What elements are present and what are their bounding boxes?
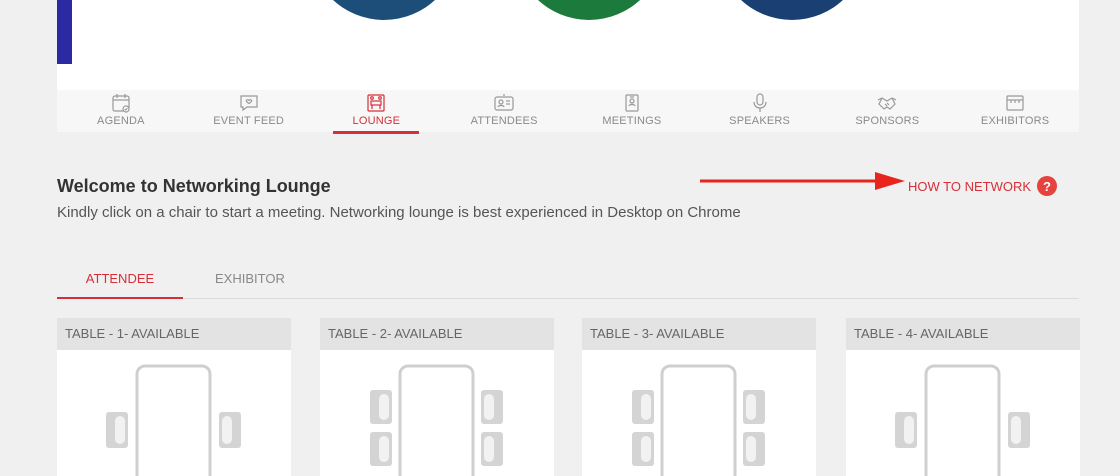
chair-seat[interactable]	[370, 432, 392, 466]
chair-seat[interactable]	[895, 412, 917, 448]
table-surface	[660, 364, 737, 476]
lounge-table-card: TABLE - 4- AVAILABLE	[846, 318, 1080, 476]
chair-seat[interactable]	[743, 432, 765, 466]
nav-label: LOUNGE	[352, 115, 401, 127]
page-subtitle: Kindly click on a chair to start a meeti…	[57, 204, 741, 221]
lounge-table-card: TABLE - 3- AVAILABLE	[582, 318, 816, 476]
nav-item-attendees[interactable]: ATTENDEES	[440, 90, 568, 132]
nav-label: EXHIBITORS	[980, 115, 1050, 127]
lounge-icon	[367, 94, 385, 112]
main-nav: AGENDA EVENT FEED LOUNGE ATTENDEES MEETI…	[57, 90, 1079, 132]
chair-seat[interactable]	[1008, 412, 1030, 448]
nav-item-meetings[interactable]: MEETINGS	[568, 90, 696, 132]
table-status-label: TABLE - 2- AVAILABLE	[320, 318, 554, 350]
table-layout	[370, 364, 503, 476]
lounge-table-card: TABLE - 1- AVAILABLE	[57, 318, 291, 476]
table-surface	[135, 364, 212, 476]
nav-label: AGENDA	[97, 115, 145, 127]
chair-seat[interactable]	[370, 390, 392, 424]
table-surface	[398, 364, 475, 476]
table-status-label: TABLE - 4- AVAILABLE	[846, 318, 1080, 350]
nav-label: EVENT FEED	[213, 115, 285, 127]
nav-item-sponsors[interactable]: SPONSORS	[824, 90, 952, 132]
nav-item-exhibitors[interactable]: EXHIBITORS	[951, 90, 1079, 132]
active-tab-underline	[57, 297, 183, 299]
banner-logo-circle	[717, 0, 867, 20]
table-status-label: TABLE - 1- AVAILABLE	[57, 318, 291, 350]
nav-label: SPEAKERS	[729, 115, 791, 127]
handshake-icon	[878, 97, 897, 110]
chair-seat[interactable]	[632, 390, 654, 424]
chair-seat[interactable]	[743, 390, 765, 424]
calendar-icon	[112, 94, 130, 113]
nav-item-event-feed[interactable]: EVENT FEED	[185, 90, 313, 132]
nav-item-agenda[interactable]: AGENDA	[57, 90, 185, 132]
event-banner	[57, 0, 1079, 90]
help-icon[interactable]: ?	[1037, 176, 1058, 196]
microphone-icon	[753, 93, 767, 112]
badge-icon	[625, 94, 639, 112]
how-to-network-link[interactable]: HOW TO NETWORK ?	[908, 176, 1058, 196]
chair-seat[interactable]	[106, 412, 128, 448]
table-status-label: TABLE - 3- AVAILABLE	[582, 318, 816, 350]
id-card-icon	[494, 94, 514, 111]
nav-item-lounge[interactable]: LOUNGE	[313, 90, 441, 132]
chair-seat[interactable]	[219, 412, 241, 448]
nav-label: SPONSORS	[855, 115, 920, 127]
how-to-network-label: HOW TO NETWORK	[908, 178, 1032, 194]
page: AGENDA EVENT FEED LOUNGE ATTENDEES MEETI…	[0, 0, 1120, 476]
chair-seat[interactable]	[481, 432, 503, 466]
chat-bubble-icon	[240, 95, 258, 112]
booth-icon	[1006, 95, 1024, 111]
table-surface	[924, 364, 1001, 476]
lounge-tabs: ATTENDEE EXHIBITOR	[57, 262, 1079, 299]
table-layout	[895, 364, 1030, 476]
banner-logo-circle	[309, 0, 459, 20]
tab-attendee[interactable]: ATTENDEE	[57, 271, 183, 286]
banner-accent-bar	[57, 0, 72, 64]
table-layout	[106, 364, 241, 476]
page-title: Welcome to Networking Lounge	[57, 176, 331, 196]
nav-label: MEETINGS	[602, 115, 662, 127]
nav-item-speakers[interactable]: SPEAKERS	[696, 90, 824, 132]
chair-seat[interactable]	[481, 390, 503, 424]
chair-seat[interactable]	[632, 432, 654, 466]
tab-exhibitor[interactable]: EXHIBITOR	[215, 271, 285, 286]
table-layout	[632, 364, 765, 476]
lounge-table-card: TABLE - 2- AVAILABLE	[320, 318, 554, 476]
arrow-icon	[700, 172, 905, 190]
nav-label: ATTENDEES	[470, 115, 538, 127]
banner-logo-circle	[514, 0, 664, 20]
